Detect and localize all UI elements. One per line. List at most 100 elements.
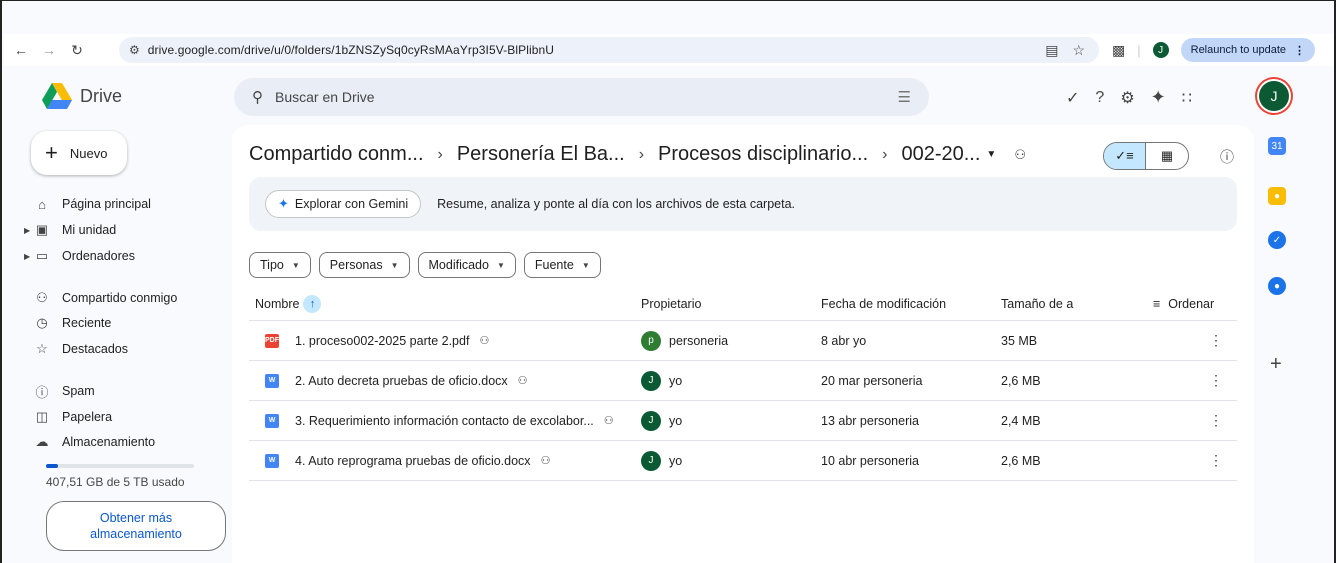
list-view-button[interactable]: ✓≡	[1104, 143, 1146, 169]
new-button[interactable]: + Nuevo	[31, 131, 127, 175]
filter-people[interactable]: Personas ▼	[318, 252, 410, 278]
apps-grid-icon[interactable]: ∷	[1182, 88, 1192, 108]
expand-caret-icon[interactable]: ▶	[24, 252, 30, 261]
relaunch-button[interactable]: Relaunch to update ⋮	[1180, 38, 1316, 62]
help-icon[interactable]: ?	[1095, 89, 1104, 107]
info-icon[interactable]: ⓘ	[1220, 147, 1234, 167]
chevron-down-icon[interactable]: ▼	[986, 149, 996, 160]
sidebar-item-starred[interactable]: ☆ Destacados	[34, 338, 128, 360]
storage-meter	[46, 464, 194, 468]
sidebar-item-trash[interactable]: ◫ Papelera	[34, 406, 112, 428]
extensions-icon[interactable]: ▩	[1112, 42, 1125, 59]
breadcrumb-item[interactable]: Compartido conm...	[249, 143, 424, 166]
file-table: Nombre ↑ Propietario Fecha de modificaci…	[249, 287, 1237, 481]
tasks-icon[interactable]: ✓	[1268, 231, 1286, 249]
search-input[interactable]	[275, 89, 855, 105]
kebab-menu-icon: ⋮	[1294, 44, 1306, 57]
chevron-down-icon: ▼	[390, 260, 399, 270]
sort-button[interactable]: ≡ Ordenar	[1153, 297, 1214, 311]
owner-avatar: p	[641, 330, 661, 351]
chip-label: Fuente	[534, 258, 574, 272]
offline-check-icon[interactable]: ✓	[1066, 88, 1079, 108]
expand-caret-icon[interactable]: ▶	[24, 226, 30, 235]
sort-arrow-up-icon[interactable]: ↑	[303, 294, 322, 313]
chevron-right-icon: ›	[882, 145, 888, 163]
gemini-banner: ✦ Explorar con Gemini Resume, analiza y …	[249, 177, 1237, 231]
breadcrumb: Compartido conm... › Personería El Ba...…	[249, 143, 1026, 166]
plus-icon: +	[45, 140, 58, 165]
more-actions-icon[interactable]: ⋮	[1209, 332, 1223, 349]
filter-source[interactable]: Fuente ▼	[523, 252, 601, 278]
sidebar-item-computers[interactable]: ▶ ▭ Ordenadores	[24, 245, 135, 267]
spam-icon: ⓘ	[35, 384, 49, 400]
settings-gear-icon[interactable]: ⚙	[1120, 88, 1134, 108]
column-name-header[interactable]: Nombre ↑	[255, 294, 322, 313]
breadcrumb-item[interactable]: Procesos disciplinario...	[658, 143, 868, 166]
table-row[interactable]: W 4. Auto reprograma pruebas de oficio.d…	[249, 441, 1237, 481]
sidebar-item-recent[interactable]: ◷ Reciente	[34, 312, 111, 334]
app-name: Drive	[80, 85, 123, 106]
site-settings-icon[interactable]: ⚙	[129, 43, 140, 57]
sort-label: Ordenar	[1168, 296, 1215, 311]
sidebar-item-my-drive[interactable]: ▶ ▣ Mi unidad	[24, 219, 117, 241]
column-owner-header[interactable]: Propietario	[641, 297, 701, 311]
my-drive-icon: ▣	[35, 222, 49, 237]
chip-label: Personas	[329, 258, 383, 272]
shared-people-icon: ⚇	[603, 415, 614, 427]
gemini-spark-icon[interactable]: ✦	[1151, 87, 1166, 108]
more-actions-icon[interactable]: ⋮	[1209, 452, 1223, 469]
file-size: 35 MB	[1001, 333, 1038, 348]
sidebar-item-shared[interactable]: ⚇ Compartido conmigo	[34, 287, 177, 309]
column-modified-header[interactable]: Fecha de modificación	[821, 297, 946, 311]
more-actions-icon[interactable]: ⋮	[1209, 372, 1223, 389]
chevron-down-icon: ▼	[496, 260, 505, 270]
sidebar-item-storage[interactable]: ☁ Almacenamiento	[34, 431, 156, 453]
sidebar-item-label: Spam	[62, 384, 95, 398]
owner-avatar: J	[641, 410, 661, 431]
get-more-storage-button[interactable]: Obtener más almacenamiento	[46, 501, 226, 551]
contacts-icon[interactable]: ●	[1268, 277, 1286, 295]
account-avatar[interactable]: J	[1259, 81, 1289, 111]
sidebar-item-home[interactable]: ⌂ Página principal	[34, 193, 151, 215]
breadcrumb-item[interactable]: Personería El Ba...	[457, 143, 625, 166]
add-addon-icon[interactable]: +	[1270, 353, 1282, 376]
search-icon[interactable]: ⚲	[252, 88, 263, 106]
sidebar-item-spam[interactable]: ⓘ Spam	[34, 380, 95, 402]
shared-folder-icon[interactable]: ⚇	[1014, 147, 1026, 163]
back-icon[interactable]: ←	[10, 39, 32, 61]
star-icon: ☆	[36, 341, 48, 356]
drive-logo[interactable]: Drive	[42, 83, 122, 109]
keep-icon[interactable]: ●	[1268, 187, 1286, 205]
reload-icon[interactable]: ↻	[66, 39, 88, 61]
computer-icon: ▭	[35, 248, 49, 263]
owner-avatar: J	[641, 450, 661, 471]
search-box[interactable]: ⚲ ☰	[234, 78, 929, 116]
column-size-header[interactable]: Tamaño de a	[1001, 297, 1073, 311]
grid-view-button[interactable]: ▦	[1146, 143, 1188, 169]
table-row[interactable]: W 2. Auto decreta pruebas de oficio.docx…	[249, 361, 1237, 401]
filter-type[interactable]: Tipo ▼	[249, 252, 311, 278]
main-panel: Compartido conm... › Personería El Ba...…	[232, 125, 1254, 563]
breadcrumb-current-folder[interactable]: 002-20...	[901, 143, 980, 166]
file-name: 3. Requerimiento información contacto de…	[295, 413, 594, 428]
calendar-icon[interactable]: 31	[1268, 137, 1286, 155]
chevron-down-icon: ▼	[581, 260, 590, 270]
search-options-icon[interactable]: ☰	[898, 88, 911, 106]
table-row[interactable]: W 3. Requerimiento información contacto …	[249, 401, 1237, 441]
chevron-right-icon: ›	[437, 145, 443, 163]
bookmark-star-icon[interactable]: ☆	[1072, 42, 1085, 59]
owner-name: personeria	[669, 333, 729, 348]
shared-icon: ⚇	[36, 290, 48, 305]
chip-label: Modificado	[428, 258, 489, 272]
forward-icon[interactable]: →	[38, 39, 60, 61]
address-bar[interactable]: ⚙ drive.google.com/drive/u/0/folders/1bZ…	[119, 37, 1099, 63]
drive-logo-icon	[42, 83, 72, 109]
home-icon: ⌂	[38, 196, 46, 212]
profile-avatar[interactable]: J	[1152, 42, 1169, 58]
install-app-icon[interactable]: ▤	[1045, 42, 1058, 59]
filter-modified[interactable]: Modificado ▼	[417, 252, 516, 278]
more-actions-icon[interactable]: ⋮	[1209, 412, 1223, 429]
sidebar-item-label: Mi unidad	[62, 223, 117, 237]
explore-gemini-button[interactable]: ✦ Explorar con Gemini	[265, 190, 422, 218]
table-row[interactable]: PDF 1. proceso002-2025 parte 2.pdf ⚇ p per…	[249, 321, 1237, 361]
